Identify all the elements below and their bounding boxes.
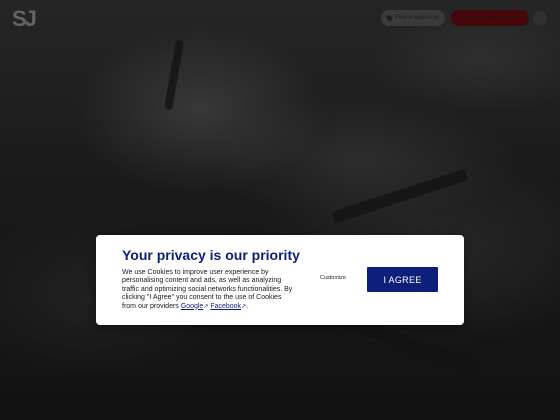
agree-label: I AGREE xyxy=(383,274,422,285)
facebook-link[interactable]: Facebook xyxy=(210,303,241,310)
consent-body: We use Cookies to improve user experienc… xyxy=(122,269,294,311)
customize-button[interactable]: Customize xyxy=(320,275,346,281)
consent-body-end: . xyxy=(246,302,249,310)
consent-overlay xyxy=(0,0,560,420)
cookie-consent-dialog: Your privacy is our priority We use Cook… xyxy=(96,235,464,325)
consent-title: Your privacy is our priority xyxy=(122,247,300,263)
google-link[interactable]: Google xyxy=(181,303,204,310)
agree-button[interactable]: I AGREE xyxy=(367,267,438,292)
